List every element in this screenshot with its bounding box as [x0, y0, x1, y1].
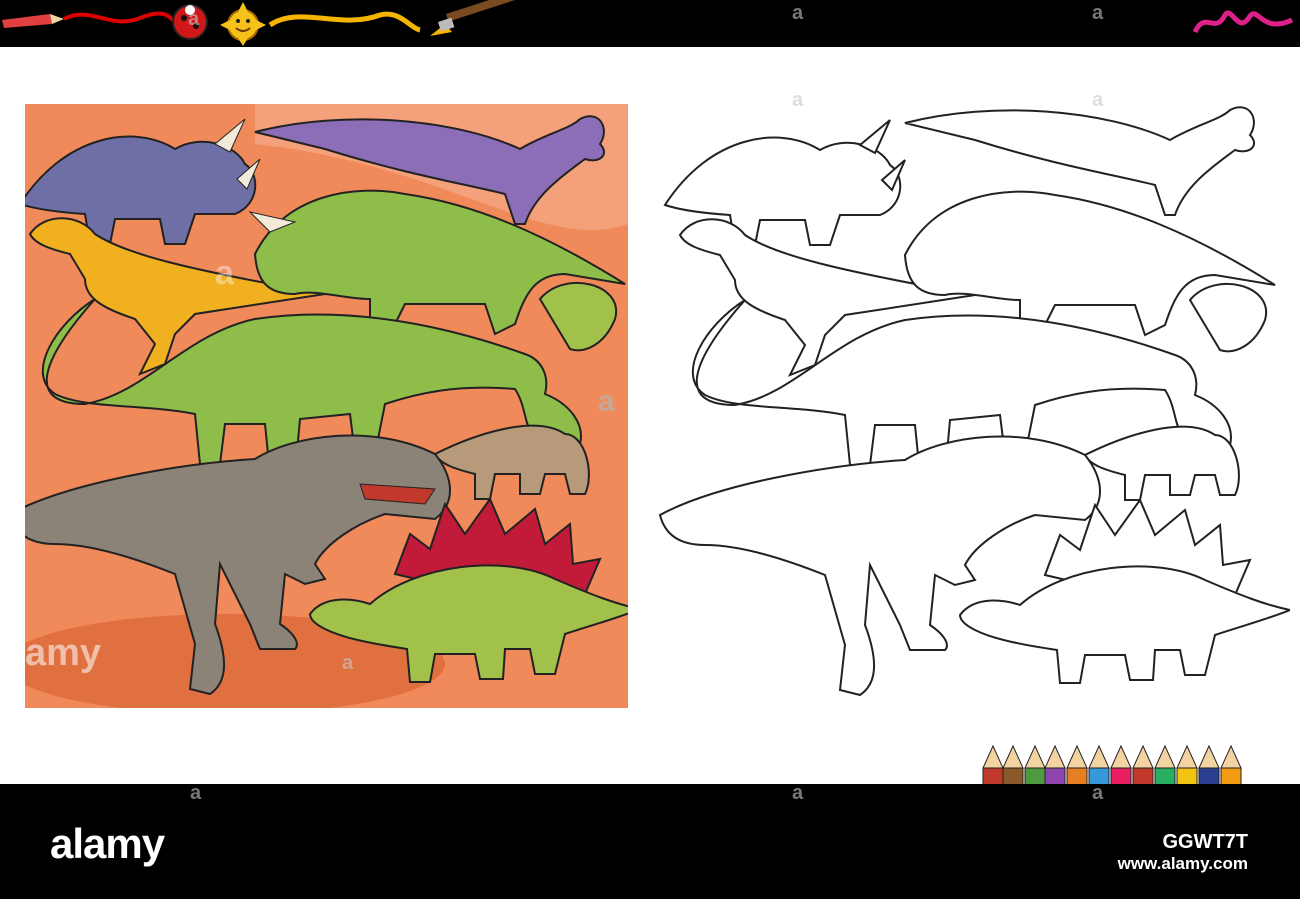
brachiosaurus-brown-colored: [433, 424, 590, 500]
outline-dinosaurs-coloring: a a: [650, 95, 1290, 705]
paintbrush-icon: [430, 0, 527, 36]
bottom-watermark-bar: a a a: [0, 782, 1300, 899]
watermark-overlay: a: [342, 652, 354, 674]
watermark-overlay: a: [190, 782, 202, 804]
watermark-overlay: a: [792, 95, 804, 111]
watermark-overlay: amy: [25, 632, 102, 674]
pencil-icon: [2, 11, 176, 28]
brachiosaurus-outline: [1083, 425, 1240, 501]
alamy-logo: alamy: [50, 820, 165, 867]
watermark-overlay: a: [215, 254, 234, 292]
pink-scribble-icon: [1192, 10, 1294, 34]
trex-outline: [658, 435, 1101, 697]
watermark-overlay: a: [188, 8, 200, 30]
top-decorative-bar: a a a: [0, 0, 1300, 47]
watermark-overlay: a: [792, 2, 804, 24]
watermark-overlay: a: [792, 782, 804, 804]
colored-dinosaurs-illustration: amy a a: [25, 104, 628, 708]
image-id-label: GGWT7T: [1162, 831, 1248, 853]
watermark-overlay: a: [1092, 95, 1104, 111]
watermark-overlay: a: [598, 385, 615, 418]
site-url-label: www.alamy.com: [1117, 854, 1248, 873]
sun-icon: [220, 2, 266, 46]
watermark-overlay: a: [1092, 2, 1104, 24]
watermark-overlay: a: [1092, 782, 1104, 804]
